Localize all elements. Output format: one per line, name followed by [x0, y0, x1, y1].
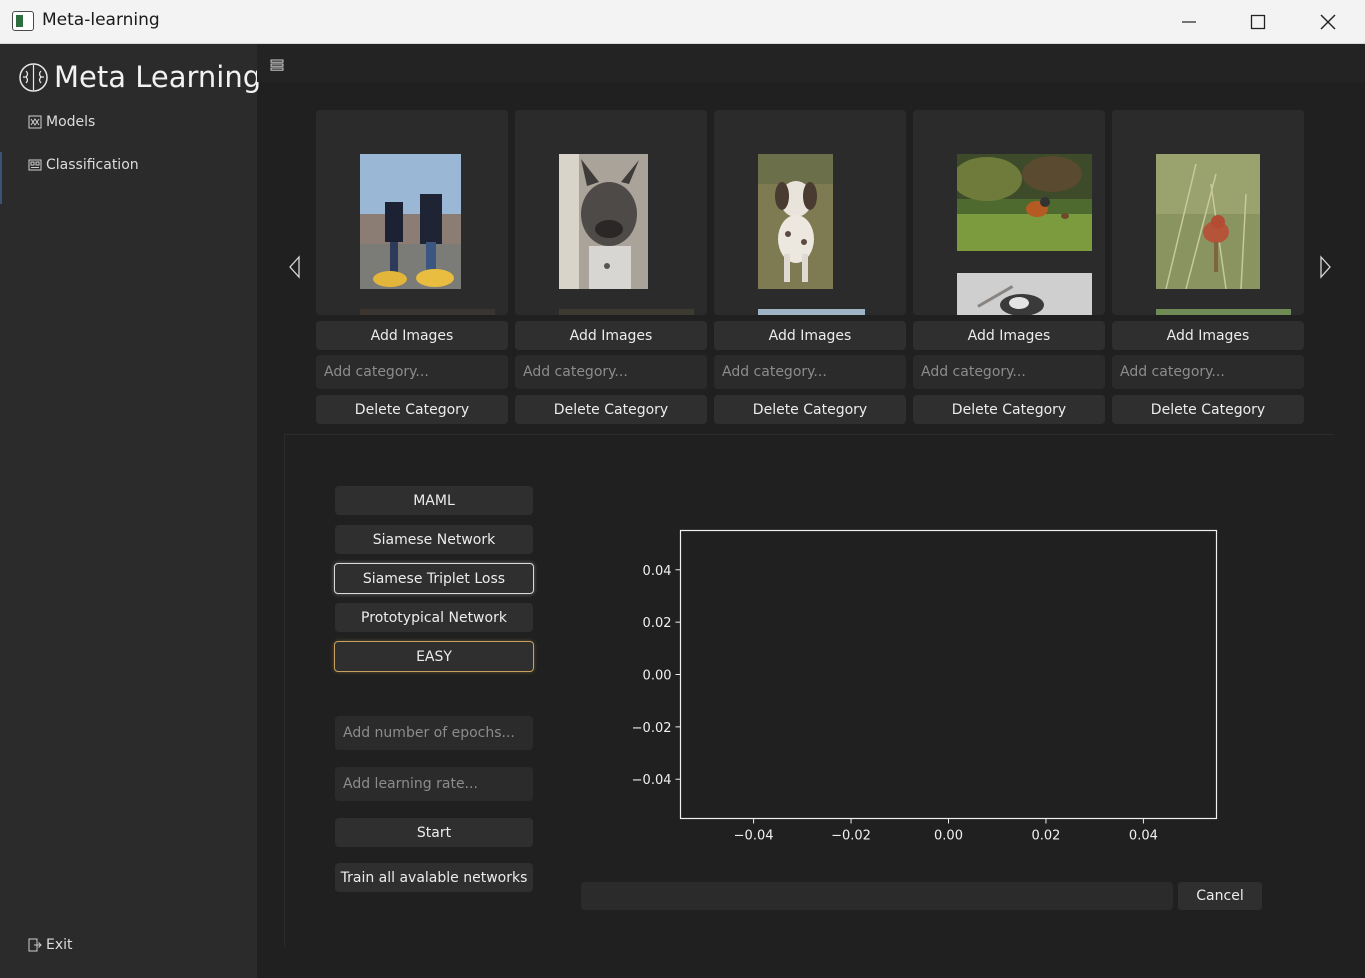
minimize-button[interactable] — [1154, 0, 1224, 44]
next-thumbnail-peek — [360, 309, 495, 315]
epochs-input[interactable]: Add number of epochs... — [335, 716, 533, 750]
y-tick-label: −0.02 — [632, 721, 672, 736]
sidebar-accent — [0, 152, 2, 204]
cancel-button[interactable]: Cancel — [1178, 882, 1262, 910]
maximize-icon — [1250, 14, 1266, 30]
y-tick-label: 0.02 — [643, 616, 672, 631]
category-thumbnail-image — [360, 154, 461, 289]
category-tile — [515, 110, 707, 315]
close-button[interactable] — [1293, 0, 1363, 44]
y-tick-label: 0.04 — [643, 564, 672, 579]
sidebar-item-label: Classification — [46, 157, 139, 173]
model-button-prototypical-network[interactable]: Prototypical Network — [335, 603, 533, 632]
category-name-input[interactable]: Add category... — [1112, 355, 1304, 389]
chart-plot-area — [679, 529, 1218, 820]
app-icon — [12, 11, 34, 31]
model-button-siamese-triplet-loss[interactable]: Siamese Triplet Loss — [334, 563, 534, 594]
category-thumbnail-image — [957, 154, 1092, 251]
category-thumbnail-image — [559, 154, 648, 289]
delete-category-button[interactable]: Delete Category — [515, 395, 707, 424]
y-tick-label: −0.04 — [632, 773, 672, 788]
category-name-input[interactable]: Add category... — [714, 355, 906, 389]
training-loss-chart: −0.04 −0.02 0.00 0.02 0.04 0.04 0.02 0.00 −0.02… — [632, 529, 1218, 844]
carousel-prev-button[interactable] — [287, 255, 303, 283]
carousel-next-button[interactable] — [1317, 255, 1333, 283]
model-button-siamese-network[interactable]: Siamese Network — [335, 525, 533, 554]
add-images-button[interactable]: Add Images — [913, 321, 1105, 350]
delete-category-button[interactable]: Delete Category — [913, 395, 1105, 424]
category-thumbnail-image — [758, 154, 833, 289]
category-tile — [714, 110, 906, 315]
maximize-button[interactable] — [1223, 0, 1293, 44]
chart-x-axis: −0.04 −0.02 0.00 0.02 0.04 — [734, 818, 1158, 844]
x-tick-label: 0.02 — [1031, 829, 1060, 844]
y-tick-label: 0.00 — [643, 669, 672, 684]
training-progress-bar — [581, 882, 1173, 910]
next-thumbnail-peek — [559, 309, 694, 315]
delete-category-button[interactable]: Delete Category — [316, 395, 508, 424]
category-name-input[interactable]: Add category... — [515, 355, 707, 389]
next-thumbnail-peek — [758, 309, 865, 315]
chevron-left-icon — [289, 255, 300, 279]
chevron-right-icon — [1320, 255, 1331, 279]
x-tick-label: 0.04 — [1129, 829, 1158, 844]
image-gallery-icon — [28, 159, 42, 171]
category-tile — [1112, 110, 1304, 315]
sidebar-item-classification[interactable]: Classification — [28, 157, 139, 173]
category-name-input[interactable]: Add category... — [316, 355, 508, 389]
x-tick-label: −0.02 — [831, 829, 871, 844]
minimize-icon — [1182, 21, 1196, 23]
window-title: Meta-learning — [42, 10, 160, 30]
x-tick-label: 0.00 — [934, 829, 963, 844]
learning-rate-input[interactable]: Add learning rate... — [335, 767, 533, 801]
close-icon — [1320, 14, 1336, 30]
add-images-button[interactable]: Add Images — [515, 321, 707, 350]
add-images-button[interactable]: Add Images — [1112, 321, 1304, 350]
start-button[interactable]: Start — [335, 818, 533, 847]
delete-category-button[interactable]: Delete Category — [1112, 395, 1304, 424]
train-all-networks-button[interactable]: Train all avalable networks — [335, 863, 533, 892]
network-icon — [28, 115, 42, 129]
app-brand-title: Meta Learning — [54, 60, 262, 94]
add-images-button[interactable]: Add Images — [714, 321, 906, 350]
category-tile — [913, 110, 1105, 315]
sidebar-item-label: Models — [46, 114, 96, 130]
sidebar-item-models[interactable]: Models — [28, 114, 95, 130]
category-name-input[interactable]: Add category... — [913, 355, 1105, 389]
category-thumbnail-image — [1156, 154, 1260, 289]
main-toolbar — [257, 44, 1365, 82]
category-thumbnail-image-2 — [957, 273, 1092, 315]
add-images-button[interactable]: Add Images — [316, 321, 508, 350]
category-tile — [316, 110, 508, 315]
x-tick-label: −0.04 — [734, 829, 774, 844]
delete-category-button[interactable]: Delete Category — [714, 395, 906, 424]
exit-icon — [28, 938, 42, 952]
difficulty-button[interactable]: EASY — [334, 641, 534, 672]
brain-icon — [18, 62, 49, 97]
sidebar — [0, 44, 257, 978]
next-thumbnail-peek — [1156, 309, 1291, 315]
model-button-maml[interactable]: MAML — [335, 486, 533, 515]
chart-y-axis: 0.04 0.02 0.00 −0.02 −0.04 — [632, 564, 681, 788]
exit-label: Exit — [46, 937, 73, 953]
exit-button[interactable]: Exit — [28, 937, 73, 953]
hamburger-menu-icon[interactable] — [270, 57, 284, 76]
